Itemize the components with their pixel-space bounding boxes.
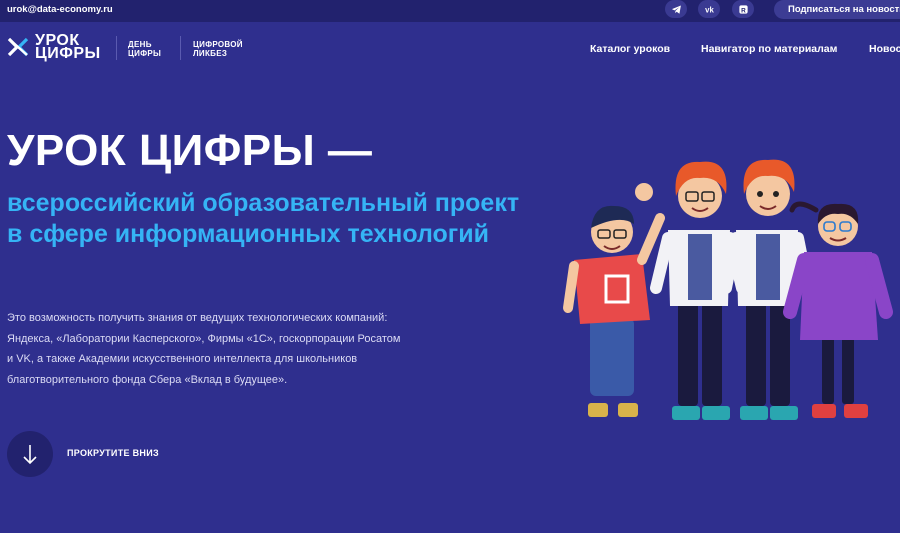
vk-button[interactable]: vk <box>698 0 720 18</box>
vk-icon: vk <box>705 5 714 14</box>
scroll-down-label: ПРОКРУТИТЕ ВНИЗ <box>67 448 159 458</box>
telegram-button[interactable] <box>665 0 687 18</box>
hero-title: УРОК ЦИФРЫ — <box>7 126 373 175</box>
scroll-down-button[interactable] <box>7 431 53 477</box>
contact-email-link[interactable]: urok@data-economy.ru <box>7 4 113 15</box>
kid-red-shirt <box>563 183 665 417</box>
top-bar: urok@data-economy.ru vk R Подписаться на… <box>0 0 900 22</box>
nav-materials-navigator[interactable]: Навигатор по материалам <box>701 43 837 55</box>
cifrovoy-likbez-logo[interactable]: ЦИФРОВОЙ ЛИКБЕЗ <box>193 40 243 58</box>
hero-description: Это возможность получить знания от ведущ… <box>7 312 401 386</box>
kid-purple-hoodie <box>783 201 893 418</box>
subscribe-news-button[interactable]: Подписаться на новости <box>774 0 900 19</box>
rutube-button[interactable]: R <box>732 0 754 18</box>
rutube-icon: R <box>738 4 748 14</box>
urok-cifry-logo[interactable]: УРОК ЦИФРЫ <box>7 32 101 62</box>
logo-mark-icon <box>7 37 29 57</box>
hero-subtitle: всероссийский образовательный проект в с… <box>7 189 520 248</box>
logo-divider <box>116 36 117 60</box>
nav-news[interactable]: Новости <box>869 43 900 55</box>
svg-text:vk: vk <box>705 5 714 14</box>
logo-divider <box>180 36 181 60</box>
nav-lessons-catalog[interactable]: Каталог уроков <box>590 43 670 55</box>
telegram-icon <box>671 4 681 14</box>
arrow-down-icon <box>23 445 37 465</box>
kids-illustration <box>563 159 893 420</box>
svg-text:R: R <box>741 7 746 14</box>
den-cifry-logo[interactable]: ДЕНЬ ЦИФРЫ <box>128 40 161 58</box>
logo-text: УРОК ЦИФРЫ <box>35 32 101 62</box>
